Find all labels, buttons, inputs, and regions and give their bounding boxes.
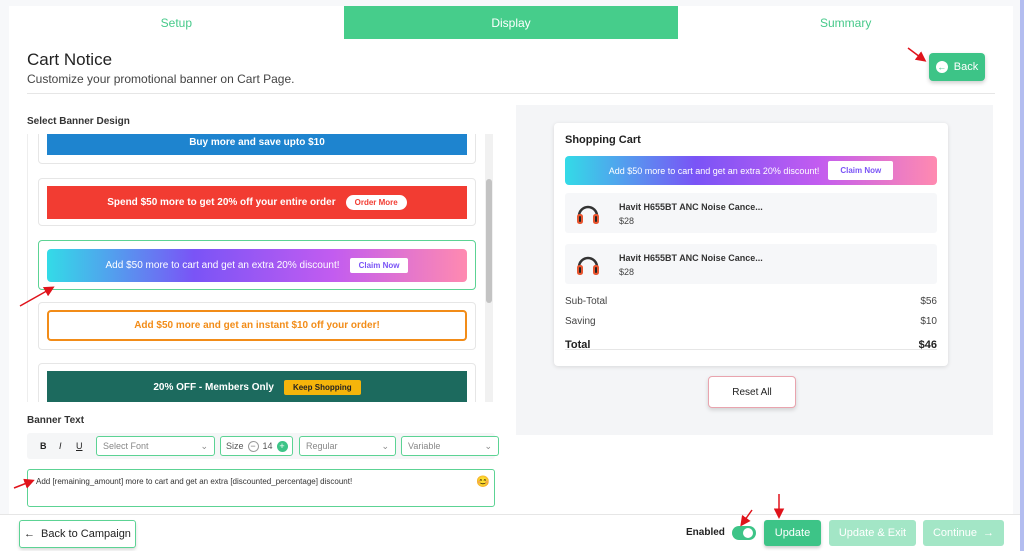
variable-select[interactable]: Variable ⌄ (401, 436, 499, 456)
claim-now-button[interactable]: Claim Now (828, 161, 894, 180)
saving-row: Saving $10 (565, 316, 937, 327)
select-banner-design-label: Select Banner Design (27, 116, 130, 127)
update-button[interactable]: Update (764, 520, 821, 546)
shopping-cart-preview: Shopping Cart Add $50 more to cart and g… (554, 123, 948, 366)
back-button-label: Back (953, 61, 979, 73)
size-label: Size (226, 441, 244, 451)
cart-banner-preview: Add $50 more to cart and get an extra 20… (565, 156, 937, 185)
enabled-label: Enabled (686, 527, 725, 538)
plus-icon[interactable]: + (276, 440, 288, 452)
total-label: Total (565, 339, 591, 351)
subtotal-label: Sub-Total (565, 296, 608, 307)
toggle-knob (743, 528, 753, 538)
minus-icon[interactable]: − (247, 440, 259, 452)
font-select-value: Select Font (103, 441, 149, 451)
cart-item: Havit H655BT ANC Noise Cance... $28 (565, 244, 937, 284)
banner-design-option-4[interactable]: Add $50 more and get an instant $10 off … (38, 302, 476, 350)
variable-value: Variable (408, 441, 441, 451)
banner-design-option-3[interactable]: Add $50 more to cart and get an extra 20… (38, 240, 476, 290)
total-row: Total $46 (565, 339, 937, 351)
chevron-down-icon: ⌄ (381, 441, 389, 451)
cart-item-name: Havit H655BT ANC Noise Cance... (619, 202, 763, 212)
saving-label: Saving (565, 316, 596, 327)
banner-design-text: Add $50 more to cart and get an extra 20… (105, 260, 340, 271)
main-content: Cart Notice Customize your promotional b… (9, 39, 1013, 514)
banner-text-input[interactable]: Add [remaining_amount] more to cart and … (27, 469, 495, 507)
banner-design-list[interactable]: Buy more and save upto $10 Spend $50 mor… (27, 134, 497, 402)
footer-bar: ← Back to Campaign Enabled Update Update… (0, 514, 1020, 551)
text-format-toolbar: B I U Select Font ⌄ Size − 14 + Regular … (27, 433, 499, 459)
continue-button[interactable]: Continue → (923, 520, 1004, 546)
banner-text-label: Banner Text (27, 415, 85, 426)
reset-all-button[interactable]: Reset All (708, 376, 796, 408)
font-weight-value: Regular (306, 441, 338, 451)
banner-design-preview: Buy more and save upto $10 (47, 134, 467, 155)
total-value: $46 (918, 339, 937, 351)
font-select[interactable]: Select Font ⌄ (96, 436, 215, 456)
banner-design-text: Spend $50 more to get 20% off your entir… (107, 197, 336, 208)
cart-item-price: $28 (619, 216, 635, 226)
cart-title: Shopping Cart (565, 134, 641, 146)
arrow-left-circle-icon: ← (935, 61, 948, 73)
tab-summary[interactable]: Summary (678, 6, 1013, 39)
enabled-toggle[interactable] (732, 526, 756, 540)
back-to-campaign-label: Back to Campaign (41, 528, 131, 540)
cart-banner-text: Add $50 more to cart and get an extra 20… (608, 165, 820, 176)
app-window: Setup Display Summary Cart Notice Custom… (0, 0, 1020, 551)
banner-design-preview: 20% OFF - Members Only Keep Shopping (47, 371, 467, 402)
font-weight-select[interactable]: Regular ⌄ (299, 436, 396, 456)
underline-button[interactable]: U (76, 441, 83, 451)
cart-item-name: Havit H655BT ANC Noise Cance... (619, 253, 763, 263)
banner-design-preview: Add $50 more to cart and get an extra 20… (47, 249, 467, 282)
tab-setup[interactable]: Setup (9, 6, 344, 39)
chevron-down-icon: ⌄ (200, 441, 208, 451)
back-to-campaign-button[interactable]: ← Back to Campaign (19, 520, 136, 548)
size-value: 14 (262, 441, 273, 451)
subtotal-row: Sub-Total $56 (565, 296, 937, 307)
italic-button[interactable]: I (59, 441, 62, 451)
bold-button[interactable]: B (40, 441, 47, 451)
chevron-down-icon: ⌄ (484, 441, 492, 451)
banner-design-preview: Spend $50 more to get 20% off your entir… (47, 186, 467, 219)
update-and-exit-button[interactable]: Update & Exit (829, 520, 916, 546)
banner-design-option-2[interactable]: Spend $50 more to get 20% off your entir… (38, 178, 476, 226)
banner-list-scrollbar-thumb[interactable] (486, 179, 492, 303)
banner-design-option-5[interactable]: 20% OFF - Members Only Keep Shopping (38, 363, 476, 402)
cart-preview-panel: Shopping Cart Add $50 more to cart and g… (516, 105, 993, 435)
header-divider (27, 93, 995, 94)
headphones-icon (577, 205, 599, 224)
page-title: Cart Notice (27, 50, 113, 69)
subtotal-value: $56 (920, 296, 937, 307)
step-tabs: Setup Display Summary (9, 6, 1013, 39)
banner-design-button: Claim Now (349, 258, 409, 273)
banner-design-option-1[interactable]: Buy more and save upto $10 (38, 134, 476, 164)
banner-design-text: Add $50 more and get an instant $10 off … (134, 320, 380, 331)
banner-design-button: Order More (345, 195, 407, 210)
size-stepper[interactable]: Size − 14 + (220, 436, 293, 456)
saving-value: $10 (920, 316, 937, 327)
continue-label: Continue (932, 527, 978, 539)
banner-design-text: 20% OFF - Members Only (153, 382, 274, 393)
headphones-icon (577, 256, 599, 275)
tab-display[interactable]: Display (343, 6, 679, 39)
banner-design-button: Keep Shopping (283, 380, 361, 395)
cart-item-price: $28 (619, 267, 635, 277)
arrow-right-icon: → (983, 527, 995, 539)
banner-design-preview: Add $50 more and get an instant $10 off … (47, 310, 467, 341)
page-subtitle: Customize your promotional banner on Car… (27, 72, 295, 86)
banner-design-text: Buy more and save upto $10 (189, 136, 325, 148)
emoji-picker-icon[interactable]: 😊 (476, 475, 490, 488)
back-button[interactable]: ← Back (929, 53, 985, 81)
arrow-left-icon: ← (24, 528, 36, 540)
cart-item: Havit H655BT ANC Noise Cance... $28 (565, 193, 937, 233)
